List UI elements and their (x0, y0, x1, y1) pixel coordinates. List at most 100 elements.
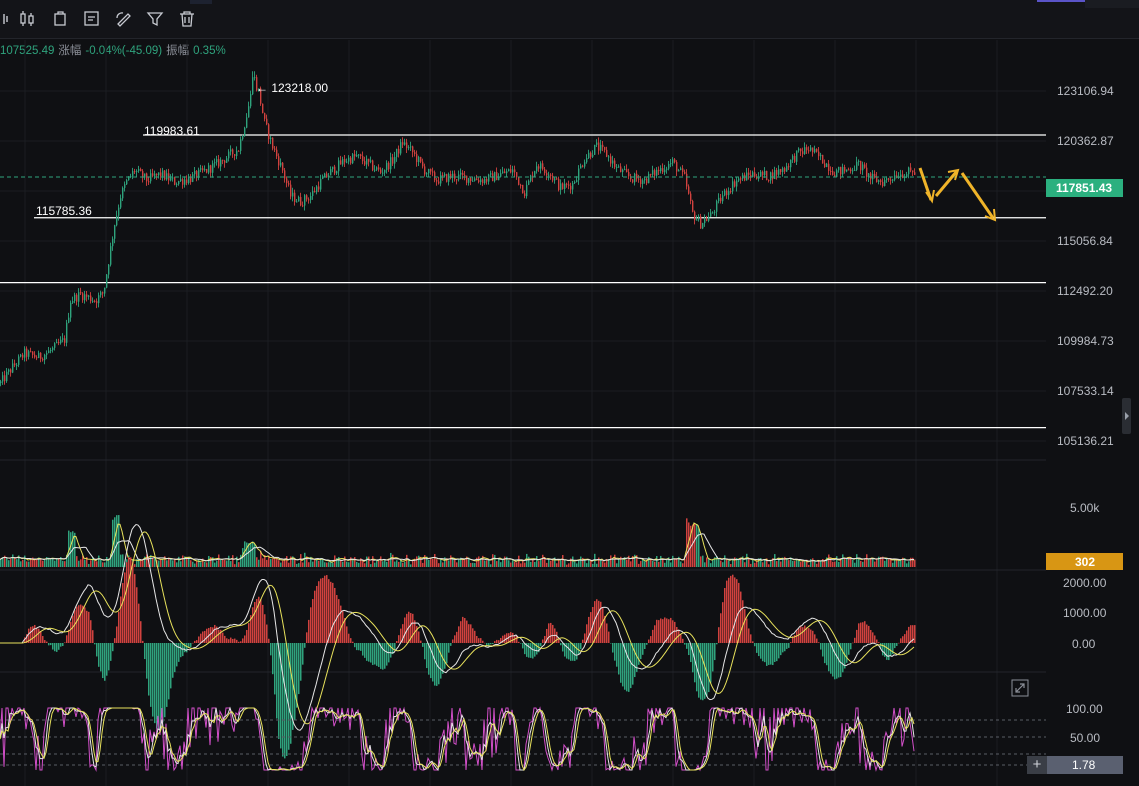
volume-bar (170, 558, 172, 567)
macd-histogram-bar (710, 643, 712, 683)
candle-body (52, 347, 54, 351)
candle-body (422, 161, 424, 167)
candle-body (50, 350, 52, 352)
volume-bar (14, 557, 16, 567)
volume-bar (162, 559, 164, 567)
candle-body (78, 292, 80, 302)
volume-bar (868, 558, 870, 567)
volume-bar (892, 562, 894, 567)
volume-bar (592, 563, 594, 567)
candle-body (350, 157, 352, 164)
candle-body (520, 184, 522, 186)
high-price-label: ← 123218.00 (256, 81, 328, 95)
volume-bar (428, 559, 430, 567)
macd-histogram-bar (76, 606, 78, 643)
price-chart[interactable]: 119983.61 115785.36 ← 123218.00 123106.9… (0, 40, 1139, 786)
macd-histogram-bar (328, 579, 330, 643)
macd-histogram-bar (872, 632, 874, 643)
macd-histogram-bar (496, 639, 498, 643)
candle-body (708, 216, 710, 221)
candle-body (714, 211, 716, 213)
macd-histogram-bar (524, 643, 526, 655)
volume-bar (390, 552, 392, 567)
note-icon[interactable] (81, 8, 103, 30)
macd-histogram-bar (736, 579, 738, 643)
volume-bar (652, 560, 654, 567)
candle-body (134, 171, 136, 173)
macd-histogram-bar (384, 643, 386, 669)
candle-body (100, 292, 102, 296)
volume-bar (98, 555, 100, 567)
volume-bar (216, 560, 218, 567)
macd-histogram-bar (354, 643, 356, 648)
collapse-handle[interactable] (1122, 398, 1131, 434)
candle-body (354, 154, 356, 157)
volume-bar (700, 556, 702, 567)
macd-histogram-bar (140, 621, 142, 643)
trash-icon[interactable] (176, 8, 198, 30)
macd-histogram-bar (828, 643, 830, 672)
candle-body (46, 353, 48, 355)
volume-bar (566, 564, 568, 567)
volume-bar (836, 556, 838, 567)
volume-bar (886, 559, 888, 567)
candle-body (480, 179, 482, 183)
candle-body (892, 179, 894, 181)
candle-body (676, 162, 678, 172)
macd-histogram-bar (686, 643, 688, 649)
volume-bar (524, 562, 526, 567)
macd-histogram-bar (630, 643, 632, 689)
candle-body (320, 178, 322, 190)
candle-body (342, 159, 344, 165)
bar-chart-icon[interactable] (17, 8, 39, 30)
volume-bar (640, 561, 642, 567)
volume-bar (372, 556, 374, 567)
candle-body (604, 147, 606, 150)
macd-histogram-bar (366, 643, 368, 661)
candle-body (80, 292, 82, 294)
macd-histogram-bar (356, 643, 358, 651)
add-indicator-button[interactable]: + (1027, 756, 1047, 774)
macd-histogram-bar (558, 639, 560, 643)
candle-body (752, 172, 754, 178)
volume-bar (84, 559, 86, 567)
candle-body (44, 354, 46, 361)
draw-icon[interactable] (113, 8, 135, 30)
macd-histogram-bar (722, 602, 724, 643)
expand-icon[interactable] (1011, 679, 1029, 697)
volume-bar (250, 543, 252, 567)
copy-icon[interactable] (50, 8, 72, 30)
filter-icon[interactable] (144, 8, 166, 30)
candle-body (582, 165, 584, 167)
candle-body (110, 246, 112, 265)
candle-body (490, 173, 492, 175)
volume-bar (204, 561, 206, 567)
volume-bar (828, 554, 830, 567)
candle-body (226, 158, 228, 163)
volume-panel (0, 515, 916, 567)
macd-histogram-bar (46, 641, 48, 643)
volume-bar (470, 562, 472, 567)
toolbar-tab-marker (190, 0, 212, 4)
candle-body (562, 183, 564, 190)
volume-bar (364, 563, 366, 567)
macd-histogram-bar (304, 643, 306, 648)
candle-body (270, 137, 272, 140)
candle-body (590, 152, 592, 157)
macd-histogram-bar (152, 643, 154, 717)
candle-body (596, 142, 598, 145)
macd-histogram-bar (620, 643, 622, 683)
candle-body (334, 166, 336, 174)
candle-body (190, 177, 192, 182)
volume-bar (744, 562, 746, 567)
candle-body (518, 177, 520, 185)
volume-bar (192, 561, 194, 567)
candle-body (264, 113, 266, 119)
volume-bar (6, 557, 8, 567)
macd-histogram-bar (112, 643, 114, 652)
macd-histogram-bar (254, 602, 256, 643)
macd-histogram-bar (186, 643, 188, 653)
candle-body (442, 175, 444, 177)
candle-body (218, 159, 220, 167)
volume-bar (802, 561, 804, 567)
